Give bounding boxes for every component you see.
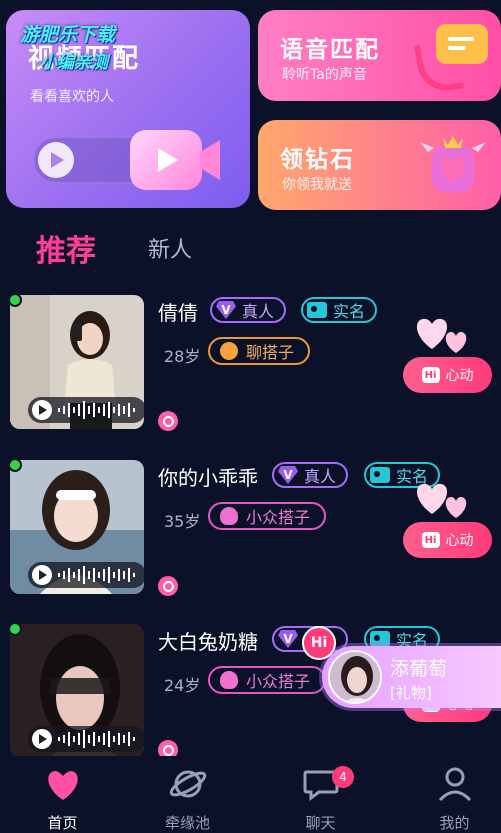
tab-recommended[interactable]: 推荐: [36, 226, 96, 270]
user-name: 倩倩: [158, 301, 198, 325]
interest-tag: 小众搭子: [208, 666, 327, 694]
unread-count-badge: 4: [332, 766, 354, 788]
online-indicator: [8, 458, 22, 472]
hearts-decoration-icon: [416, 318, 467, 353]
user-age: 24岁: [164, 676, 201, 695]
hi-icon: Hi: [421, 367, 440, 383]
user-name: 你的小乖乖: [158, 466, 258, 490]
like-button[interactable]: Hi 心动: [403, 522, 492, 558]
voice-intro-player[interactable]: [28, 726, 144, 752]
badge-label: 真人: [304, 467, 337, 486]
voice-intro-player[interactable]: [28, 562, 144, 588]
v-badge-icon: V: [278, 630, 298, 648]
nav-label: 我的: [439, 814, 470, 832]
online-indicator: [8, 622, 22, 636]
video-match-card[interactable]: 视频匹配 游肥乐下载 小编亲测 看看喜欢的人: [6, 10, 250, 208]
interest-tag: 小众搭子: [208, 502, 327, 530]
crowned-heart-icon: [420, 136, 486, 192]
waveform-icon: [58, 730, 135, 748]
user-age: 28岁: [164, 347, 201, 366]
interest-tag: 聊搭子: [208, 337, 311, 365]
play-icon[interactable]: [32, 400, 52, 420]
claim-diamond-subtitle: 你领我就送: [282, 177, 352, 193]
claim-diamond-card[interactable]: 领钻石 你领我就送: [258, 120, 501, 210]
verified-real-badge: V 真人: [272, 462, 349, 488]
user-age: 35岁: [164, 512, 201, 531]
v-badge-icon: V: [216, 301, 236, 319]
tag-label: 小众搭子: [246, 672, 311, 691]
badge-label: 实名: [333, 302, 366, 321]
tag-label: 聊搭子: [246, 343, 295, 362]
hi-greeting-button[interactable]: Hi: [302, 626, 336, 660]
voice-match-subtitle: 聆听Ta的声音: [282, 67, 367, 83]
avatar: [328, 650, 382, 704]
list-item[interactable]: 你的小乖乖 V 真人 实名 35岁 小众搭子 Hi 心动: [0, 458, 501, 610]
nav-label: 聊天: [305, 814, 336, 832]
v-badge-icon: V: [278, 466, 298, 484]
watermark-text-2: 小编亲测: [40, 53, 108, 73]
gift-sender-name: 添葡萄: [390, 658, 448, 680]
id-card-icon: [307, 302, 327, 318]
tag-label: 小众搭子: [246, 508, 311, 527]
message-bubble-icon: [436, 24, 488, 64]
search-icon[interactable]: [158, 576, 178, 596]
claim-diamond-title: 领钻石: [280, 147, 355, 173]
play-icon: [38, 142, 74, 178]
gift-notification[interactable]: 添葡萄 [礼物]: [322, 646, 501, 708]
real-name-badge: 实名: [301, 297, 378, 323]
user-name: 大白兔奶糖: [158, 630, 258, 654]
voice-match-title: 语音匹配: [280, 37, 380, 63]
like-label: 心动: [445, 368, 474, 384]
tab-new-users[interactable]: 新人: [148, 232, 192, 264]
lips-icon: [220, 671, 238, 689]
online-indicator: [8, 293, 22, 307]
like-button[interactable]: Hi 心动: [403, 357, 492, 393]
planet-icon: [169, 770, 206, 798]
search-icon[interactable]: [158, 411, 178, 431]
bottom-nav: 首页 牵缘池 聊天 我的: [0, 756, 501, 833]
voice-match-card[interactable]: 语音匹配 聆听Ta的声音: [258, 10, 501, 101]
video-camera-icon: [130, 130, 202, 190]
like-label: 心动: [445, 533, 474, 549]
voice-intro-player[interactable]: [28, 397, 144, 423]
palette-icon: [220, 342, 238, 360]
nav-home[interactable]: 首页: [0, 756, 125, 833]
waveform-icon: [58, 401, 135, 419]
hearts-decoration-icon: [416, 483, 467, 518]
lips-icon: [220, 507, 238, 525]
nav-label: 首页: [47, 814, 78, 832]
watermark-text: 游肥乐下载: [20, 24, 116, 46]
id-card-icon: [370, 631, 390, 647]
id-card-icon: [370, 467, 390, 483]
nav-chat[interactable]: 聊天: [258, 756, 383, 833]
nav-profile[interactable]: 我的: [392, 756, 501, 833]
avatar[interactable]: [10, 624, 144, 758]
waveform-icon: [58, 566, 135, 584]
avatar[interactable]: [10, 295, 144, 429]
nav-fate-pool[interactable]: 牵缘池: [125, 756, 250, 833]
play-icon[interactable]: [32, 729, 52, 749]
avatar[interactable]: [10, 460, 144, 594]
heart-icon: [47, 771, 78, 800]
hi-icon: Hi: [421, 532, 440, 548]
video-match-subtitle: 看看喜欢的人: [30, 89, 114, 105]
camera-lens-icon: [200, 140, 220, 180]
verified-real-badge: V 真人: [210, 297, 287, 323]
badge-label: 真人: [242, 302, 275, 321]
nav-label: 牵缘池: [164, 814, 210, 832]
person-icon: [438, 767, 471, 802]
gift-message: [礼物]: [390, 684, 432, 702]
play-icon[interactable]: [32, 565, 52, 585]
list-item[interactable]: 倩倩 V 真人 实名 28岁 聊搭子 Hi 心动: [0, 293, 501, 445]
